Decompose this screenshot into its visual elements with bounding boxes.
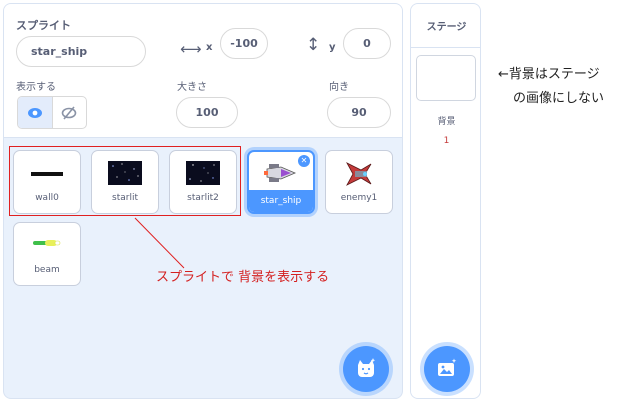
highlight-box [9, 146, 241, 216]
backdrop-image-icon [438, 358, 457, 376]
stage-thumbnail [416, 55, 476, 101]
annotation-text: スプライトで 背景を表示する [156, 270, 330, 285]
stage-title: ステージ [411, 4, 480, 48]
choose-sprite-button[interactable] [343, 346, 389, 392]
cat-sprite-icon [358, 358, 376, 377]
stage-pane: ステージ 背景 1 [410, 3, 481, 399]
side-note-line2: の画像にしない [513, 91, 605, 106]
backdrop-label: 背景 [437, 117, 456, 127]
backdrop-count: 1 [443, 136, 450, 146]
choose-backdrop-button[interactable] [424, 346, 470, 392]
side-note-line1: ←背景はステージ [498, 67, 600, 82]
scratch-editor-target-pane: スプライト star_ship ⟷ x -100 ↕ y 0 表示する 大きさ … [0, 0, 640, 402]
